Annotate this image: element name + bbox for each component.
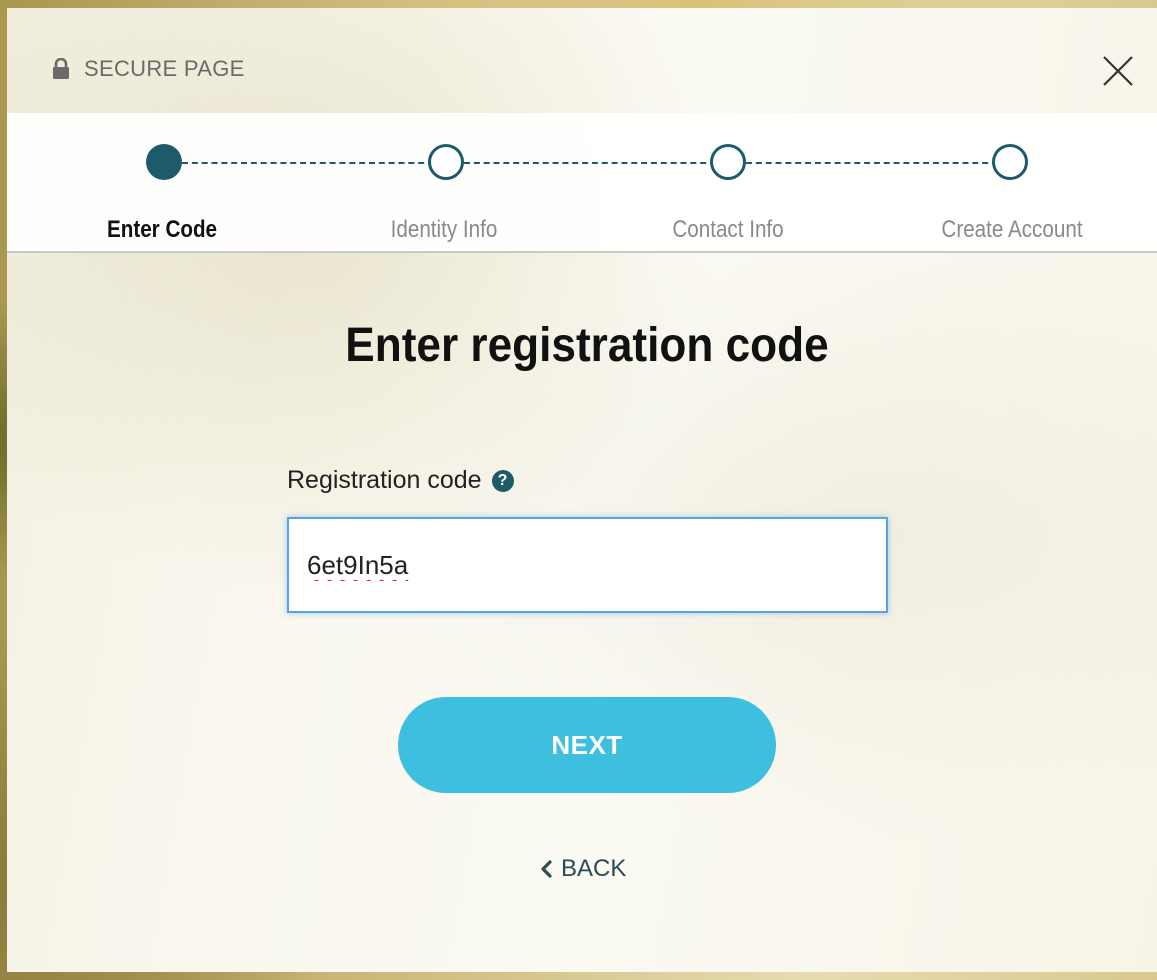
step-label-create-account: Create Account [941,216,1083,243]
step-dot-contact-info [710,144,746,180]
secure-page-indicator: SECURE PAGE [52,56,245,82]
registration-code-field [287,517,888,613]
question-circle-icon[interactable]: ? [491,469,514,492]
step-label-identity-info: Identity Info [390,216,498,243]
registration-code-input[interactable] [307,543,867,587]
step-label-enter-code: Enter Code [106,216,218,243]
chevron-left-icon [541,860,552,878]
step-connector [182,162,434,164]
step-connector [746,162,998,164]
step-connector [464,162,716,164]
registration-modal: SECURE PAGE Enter Code Identity Info Con… [7,8,1157,972]
step-dot-create-account [992,144,1028,180]
step-label-contact-info: Contact Info [672,216,784,243]
close-button[interactable] [1099,52,1137,90]
secure-page-label: SECURE PAGE [84,56,245,81]
back-label: BACK [561,855,627,882]
step-dot-identity-info [428,144,464,180]
back-link[interactable]: BACK [539,855,626,883]
registration-code-label-row: Registration code ? [287,466,514,495]
page-title: Enter registration code [345,319,829,372]
close-icon [1103,56,1133,86]
modal-header: SECURE PAGE [7,8,1157,113]
lock-icon [52,58,70,80]
registration-code-label: Registration code [287,466,482,494]
step-dot-enter-code [146,144,182,180]
progress-stepper: Enter Code Identity Info Contact Info Cr… [7,113,1157,253]
next-button[interactable]: NEXT [398,697,776,793]
